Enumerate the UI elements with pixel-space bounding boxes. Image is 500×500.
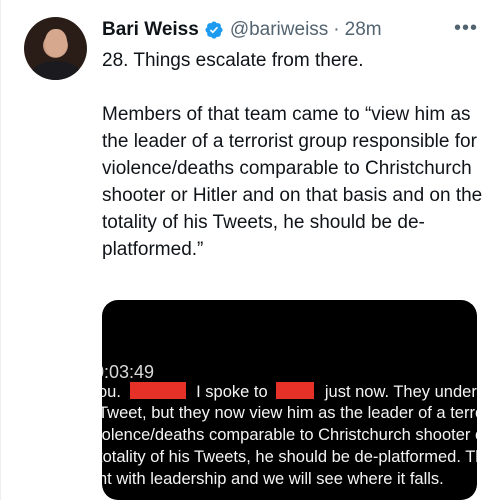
tweet[interactable]: Bari Weiss @bariweiss · 28m ••• 28. Thin…	[0, 0, 500, 500]
redaction-bar	[129, 382, 186, 399]
redaction-bar	[276, 382, 315, 399]
tweet-paragraph: Members of that team came to “view him a…	[102, 104, 483, 260]
tweet-paragraph: 28. Things escalate from there.	[102, 50, 364, 71]
media-text-line: ou. I spoke to just now. They understan	[102, 382, 477, 402]
header-separator: ·	[333, 19, 340, 40]
media-text-line: Tweet, but they now view him as the lead…	[102, 404, 477, 422]
media-timestamp: 0:03:49	[102, 362, 155, 382]
avatar-shoulders	[30, 61, 82, 80]
avatar-face	[45, 29, 67, 57]
media-text-fragment: I spoke to	[196, 383, 268, 401]
verified-badge-icon	[204, 20, 224, 40]
tweet-time[interactable]: 28m	[345, 18, 382, 42]
more-options-icon[interactable]: •••	[454, 18, 478, 38]
media-text-fragment: ou.	[102, 383, 121, 401]
tweet-header: Bari Weiss @bariweiss · 28m	[102, 18, 382, 42]
author-name[interactable]: Bari Weiss	[102, 18, 199, 42]
media-text-line: totality of his Tweets, he should be de-…	[102, 448, 477, 466]
media-text-line: iolence/deaths comparable to Christchurc…	[102, 426, 477, 444]
author-handle[interactable]: @bariweiss	[230, 18, 328, 42]
tweet-text: 28. Things escalate from there. Members …	[102, 47, 487, 263]
media-text-line: nt with leadership and we will see where…	[102, 470, 444, 488]
tweet-media-image[interactable]: 0:03:49 ou. I spoke to just now. They un…	[102, 300, 477, 500]
avatar[interactable]	[24, 17, 87, 80]
media-text-fragment: just now. They understan	[324, 383, 477, 401]
